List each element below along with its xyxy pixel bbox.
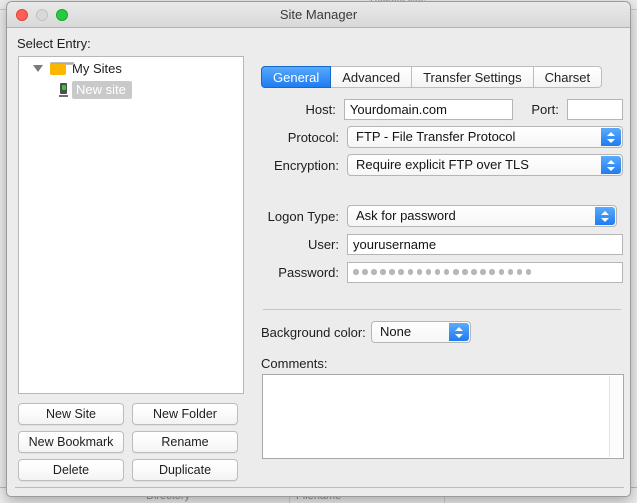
server-icon [59,82,68,98]
background-color-row: Background color: None [261,321,471,343]
footer-separator [15,487,624,488]
dialog-titlebar[interactable]: Site Manager [7,2,630,28]
password-input[interactable] [347,261,623,283]
select-entry-label: Select Entry: [17,36,91,51]
form-separator [263,309,621,310]
general-form: Host: Yourdomain.com Port: Protocol: FTP… [261,98,623,289]
site-management-buttons: New Site New Folder New Bookmark Rename … [18,403,244,481]
logon-type-label: Logon Type: [267,208,339,224]
tree-label-my-sites: My Sites [72,60,122,76]
tab-general[interactable]: General [261,66,332,88]
port-label: Port: [531,101,559,117]
background-color-dropdown[interactable]: None [371,321,471,343]
protocol-row: Protocol: FTP - File Transfer Protocol [261,126,623,148]
window-title: Site Manager [279,7,358,22]
password-label: Password: [278,264,339,280]
settings-pane: General Advanced Transfer Settings Chars… [256,28,626,496]
background-color-value: None [380,324,412,339]
disclosure-triangle-icon[interactable] [33,64,43,72]
logon-type-row: Logon Type: Ask for password [261,205,623,227]
tab-charset[interactable]: Charset [533,66,603,88]
protocol-label: Protocol: [287,129,339,145]
host-row: Host: Yourdomain.com Port: [261,98,623,120]
protocol-dropdown[interactable]: FTP - File Transfer Protocol [347,126,623,148]
stepper-arrows-icon [601,128,621,146]
password-mask [353,263,617,282]
stepper-arrows-icon [449,323,469,341]
stepper-arrows-icon [595,207,615,225]
delete-button[interactable]: Delete [18,459,124,481]
folder-icon [50,61,74,75]
protocol-value: FTP - File Transfer Protocol [356,129,516,144]
encryption-dropdown[interactable]: Require explicit FTP over TLS [347,154,623,176]
site-manager-dialog: Site Manager Select Entry: My Sites New … [6,1,631,497]
logon-type-dropdown[interactable]: Ask for password [347,205,617,227]
settings-tabs: General Advanced Transfer Settings Chars… [261,66,603,88]
tree-row-my-sites[interactable]: My Sites [19,57,243,79]
user-row: User: yourusername [261,233,623,255]
encryption-row: Encryption: Require explicit FTP over TL… [261,154,623,176]
tab-transfer-settings[interactable]: Transfer Settings [412,66,534,88]
background-color-label: Background color: [261,324,366,340]
site-tree-panel[interactable]: My Sites New site [18,56,244,394]
password-row: Password: [261,261,623,283]
new-bookmark-button[interactable]: New Bookmark [18,431,124,453]
comments-label: Comments: [261,356,328,371]
port-input[interactable] [566,98,623,120]
rename-button[interactable]: Rename [132,431,238,453]
stepper-arrows-icon [601,156,621,174]
encryption-label: Encryption: [273,157,339,173]
encryption-value: Require explicit FTP over TLS [356,157,529,172]
new-site-button[interactable]: New Site [18,403,124,425]
user-label: User: [307,236,339,252]
tree-row-new-site[interactable]: New site [19,79,243,101]
logon-type-value: Ask for password [356,208,456,223]
duplicate-button[interactable]: Duplicate [132,459,238,481]
tree-label-new-site: New site [72,81,132,99]
user-input[interactable]: yourusername [347,233,623,255]
new-folder-button[interactable]: New Folder [132,403,238,425]
host-input[interactable]: Yourdomain.com [343,98,514,120]
host-label: Host: [305,101,336,117]
comments-textarea[interactable] [262,374,624,459]
comments-scrollbar[interactable] [609,376,622,457]
dialog-body: Select Entry: My Sites New site New Site… [7,28,630,496]
tab-advanced[interactable]: Advanced [331,66,413,88]
